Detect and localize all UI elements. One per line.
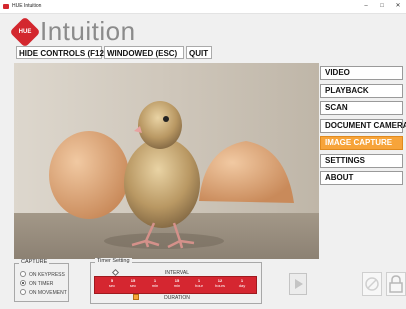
radio-movement[interactable] <box>20 288 26 295</box>
capture-option-label: ON TIMER <box>29 281 54 287</box>
disabled-icon[interactable] <box>362 272 382 296</box>
menu-item-playback[interactable]: PLAYBACK <box>320 83 403 98</box>
timer-tick: 1 day <box>238 278 246 288</box>
logo-text: Intuition <box>40 16 136 46</box>
windowed-button[interactable]: WINDOWED (ESC) <box>104 46 184 59</box>
radio-keypress[interactable] <box>20 270 26 277</box>
timer-scale[interactable]: 5 sec 15 sec 1 min 15 min 1 hour 12 hours 1 day <box>94 276 257 294</box>
capture-group: CAPTURE ON KEYPRESS ON TIMER ON MOVEMENT <box>14 259 69 302</box>
capture-option-timer[interactable]: ON TIMER <box>20 279 54 288</box>
maximize-button[interactable]: □ <box>374 0 390 13</box>
disabled-icon-glyph <box>365 277 379 291</box>
quit-button[interactable]: QUIT <box>186 46 212 59</box>
lock-icon[interactable] <box>386 272 406 296</box>
menu-item-settings[interactable]: SETTINGS <box>320 153 403 168</box>
capture-option-keypress[interactable]: ON KEYPRESS <box>20 270 65 279</box>
menu-item-video[interactable]: VIDEO <box>320 66 403 80</box>
menu-item-about[interactable]: ABOUT <box>320 171 403 185</box>
menu-item-document-camera[interactable]: DOCUMENT CAMERA <box>320 118 406 133</box>
timer-tick: 15 min <box>173 278 181 288</box>
play-icon[interactable] <box>289 273 307 295</box>
radio-timer[interactable] <box>20 279 26 286</box>
minimize-button[interactable]: – <box>358 0 374 13</box>
timer-tick: 1 hour <box>194 278 203 288</box>
timer-legend: Timer Setting <box>95 258 132 264</box>
app-icon <box>3 4 9 9</box>
timer-setting-group: Timer Setting INTERVAL 5 sec 15 sec 1 min 1… <box>90 258 262 304</box>
timer-tick: 5 sec <box>108 278 116 288</box>
menu-item-scan[interactable]: SCAN <box>320 101 403 115</box>
capture-option-label: ON MOVEMENT <box>29 290 67 296</box>
capture-legend: CAPTURE <box>19 259 50 265</box>
chick-with-eggshells-image <box>14 63 319 259</box>
camera-preview <box>14 63 319 259</box>
window-title: HUE Intuition <box>12 3 42 9</box>
timer-tick: 1 min <box>151 278 159 288</box>
hide-controls-button[interactable]: HIDE CONTROLS (F12) <box>16 46 107 59</box>
duration-label: DURATION <box>164 295 190 301</box>
timer-tick: 15 sec <box>129 278 137 288</box>
close-button[interactable]: ✕ <box>390 0 406 13</box>
capture-option-label: ON KEYPRESS <box>29 272 65 278</box>
menu-item-image-capture[interactable]: IMAGE CAPTURE <box>320 136 403 150</box>
lock-icon-glyph <box>389 275 403 293</box>
title-bar: HUE Intuition – □ ✕ <box>0 0 406 14</box>
capture-option-movement[interactable]: ON MOVEMENT <box>20 288 67 297</box>
timer-tick: 12 hours <box>214 278 225 288</box>
logo-badge-text: HUE <box>18 29 32 35</box>
